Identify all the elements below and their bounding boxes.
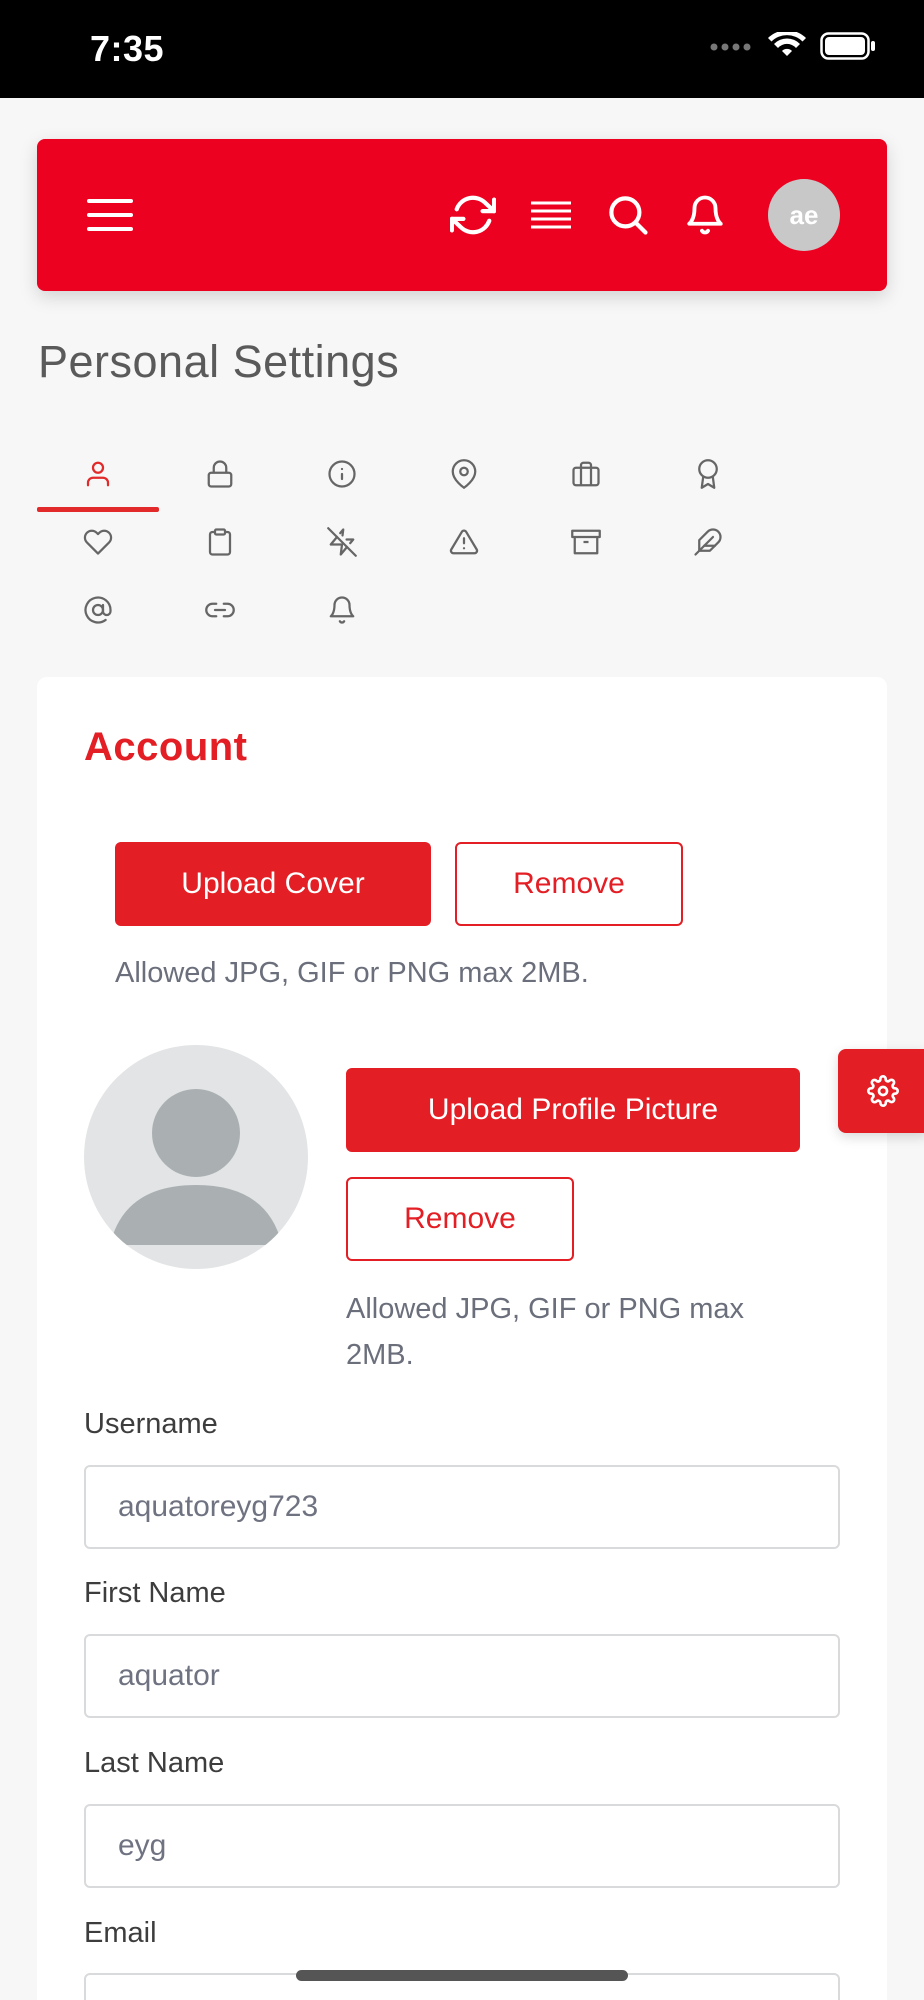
archive-icon — [571, 529, 601, 555]
tab-clipboard[interactable] — [159, 508, 281, 576]
alert-triangle-icon — [449, 529, 479, 555]
award-icon — [698, 459, 718, 489]
tab-email[interactable] — [37, 576, 159, 644]
tab-feather[interactable] — [647, 508, 769, 576]
user-icon — [86, 461, 110, 487]
theme-settings-button[interactable] — [838, 1049, 924, 1133]
remove-profile-picture-button[interactable]: Remove — [346, 1177, 574, 1261]
gear-icon — [867, 1075, 899, 1107]
tab-alerts[interactable] — [403, 508, 525, 576]
tab-location[interactable] — [403, 440, 525, 508]
tab-info[interactable] — [281, 440, 403, 508]
battery-icon — [820, 32, 876, 65]
tab-power[interactable] — [281, 508, 403, 576]
tab-awards[interactable] — [647, 440, 769, 508]
default-avatar-icon — [110, 1089, 282, 1245]
tab-security[interactable] — [159, 440, 281, 508]
account-card: Account Upload Cover Remove Allowed JPG,… — [37, 677, 887, 2000]
link-icon — [205, 602, 235, 618]
username-field[interactable]: aquatoreyg723 — [84, 1465, 840, 1549]
lock-icon — [207, 460, 233, 488]
bell-icon — [329, 596, 355, 624]
profile-hint: Allowed JPG, GIF or PNG max 2MB. — [346, 1286, 744, 1378]
remove-cover-button[interactable]: Remove — [455, 842, 683, 926]
tab-work[interactable] — [525, 440, 647, 508]
tab-account[interactable] — [37, 440, 159, 512]
tab-favorites[interactable] — [37, 508, 159, 576]
cover-hint: Allowed JPG, GIF or PNG max 2MB. — [115, 957, 589, 989]
first-name-field[interactable]: aquator — [84, 1634, 840, 1718]
upload-profile-picture-button[interactable]: Upload Profile Picture — [346, 1068, 800, 1152]
wifi-icon — [768, 30, 806, 65]
header-bar: ae — [37, 139, 887, 291]
last-name-label: Last Name — [84, 1747, 225, 1779]
signal-icon — [710, 40, 754, 58]
refresh-icon[interactable] — [448, 139, 498, 291]
profile-picture — [84, 1045, 308, 1269]
heart-icon — [83, 529, 113, 555]
profile-hint-line: Allowed JPG, GIF or PNG max — [346, 1293, 745, 1325]
menu-icon[interactable] — [85, 139, 135, 291]
last-name-field[interactable]: eyg — [84, 1804, 840, 1888]
tab-archive[interactable] — [525, 508, 647, 576]
upload-cover-button[interactable]: Upload Cover — [115, 842, 431, 926]
status-time: 7:35 — [90, 28, 165, 69]
search-icon[interactable] — [603, 139, 653, 291]
status-bar: 7:35 — [0, 0, 924, 98]
username-label: Username — [84, 1408, 218, 1440]
status-icons — [710, 30, 876, 65]
at-sign-icon — [84, 596, 112, 624]
account-title: Account — [84, 725, 248, 769]
tab-links[interactable] — [159, 576, 281, 644]
user-avatar[interactable]: ae — [768, 179, 840, 251]
feather-icon — [694, 528, 722, 556]
email-label: Email — [84, 1917, 157, 1949]
list-view-icon[interactable] — [526, 139, 576, 291]
clipboard-icon — [208, 528, 232, 556]
briefcase-icon — [572, 461, 600, 487]
page-title: Personal Settings — [38, 336, 400, 387]
map-pin-icon — [451, 459, 477, 489]
zap-off-icon — [327, 527, 357, 557]
info-icon — [328, 460, 356, 488]
home-indicator[interactable] — [296, 1970, 628, 1981]
profile-hint-line: 2MB. — [346, 1339, 414, 1371]
first-name-label: First Name — [84, 1577, 226, 1609]
notifications-bell-icon[interactable] — [680, 139, 730, 291]
tab-notifications[interactable] — [281, 576, 403, 644]
